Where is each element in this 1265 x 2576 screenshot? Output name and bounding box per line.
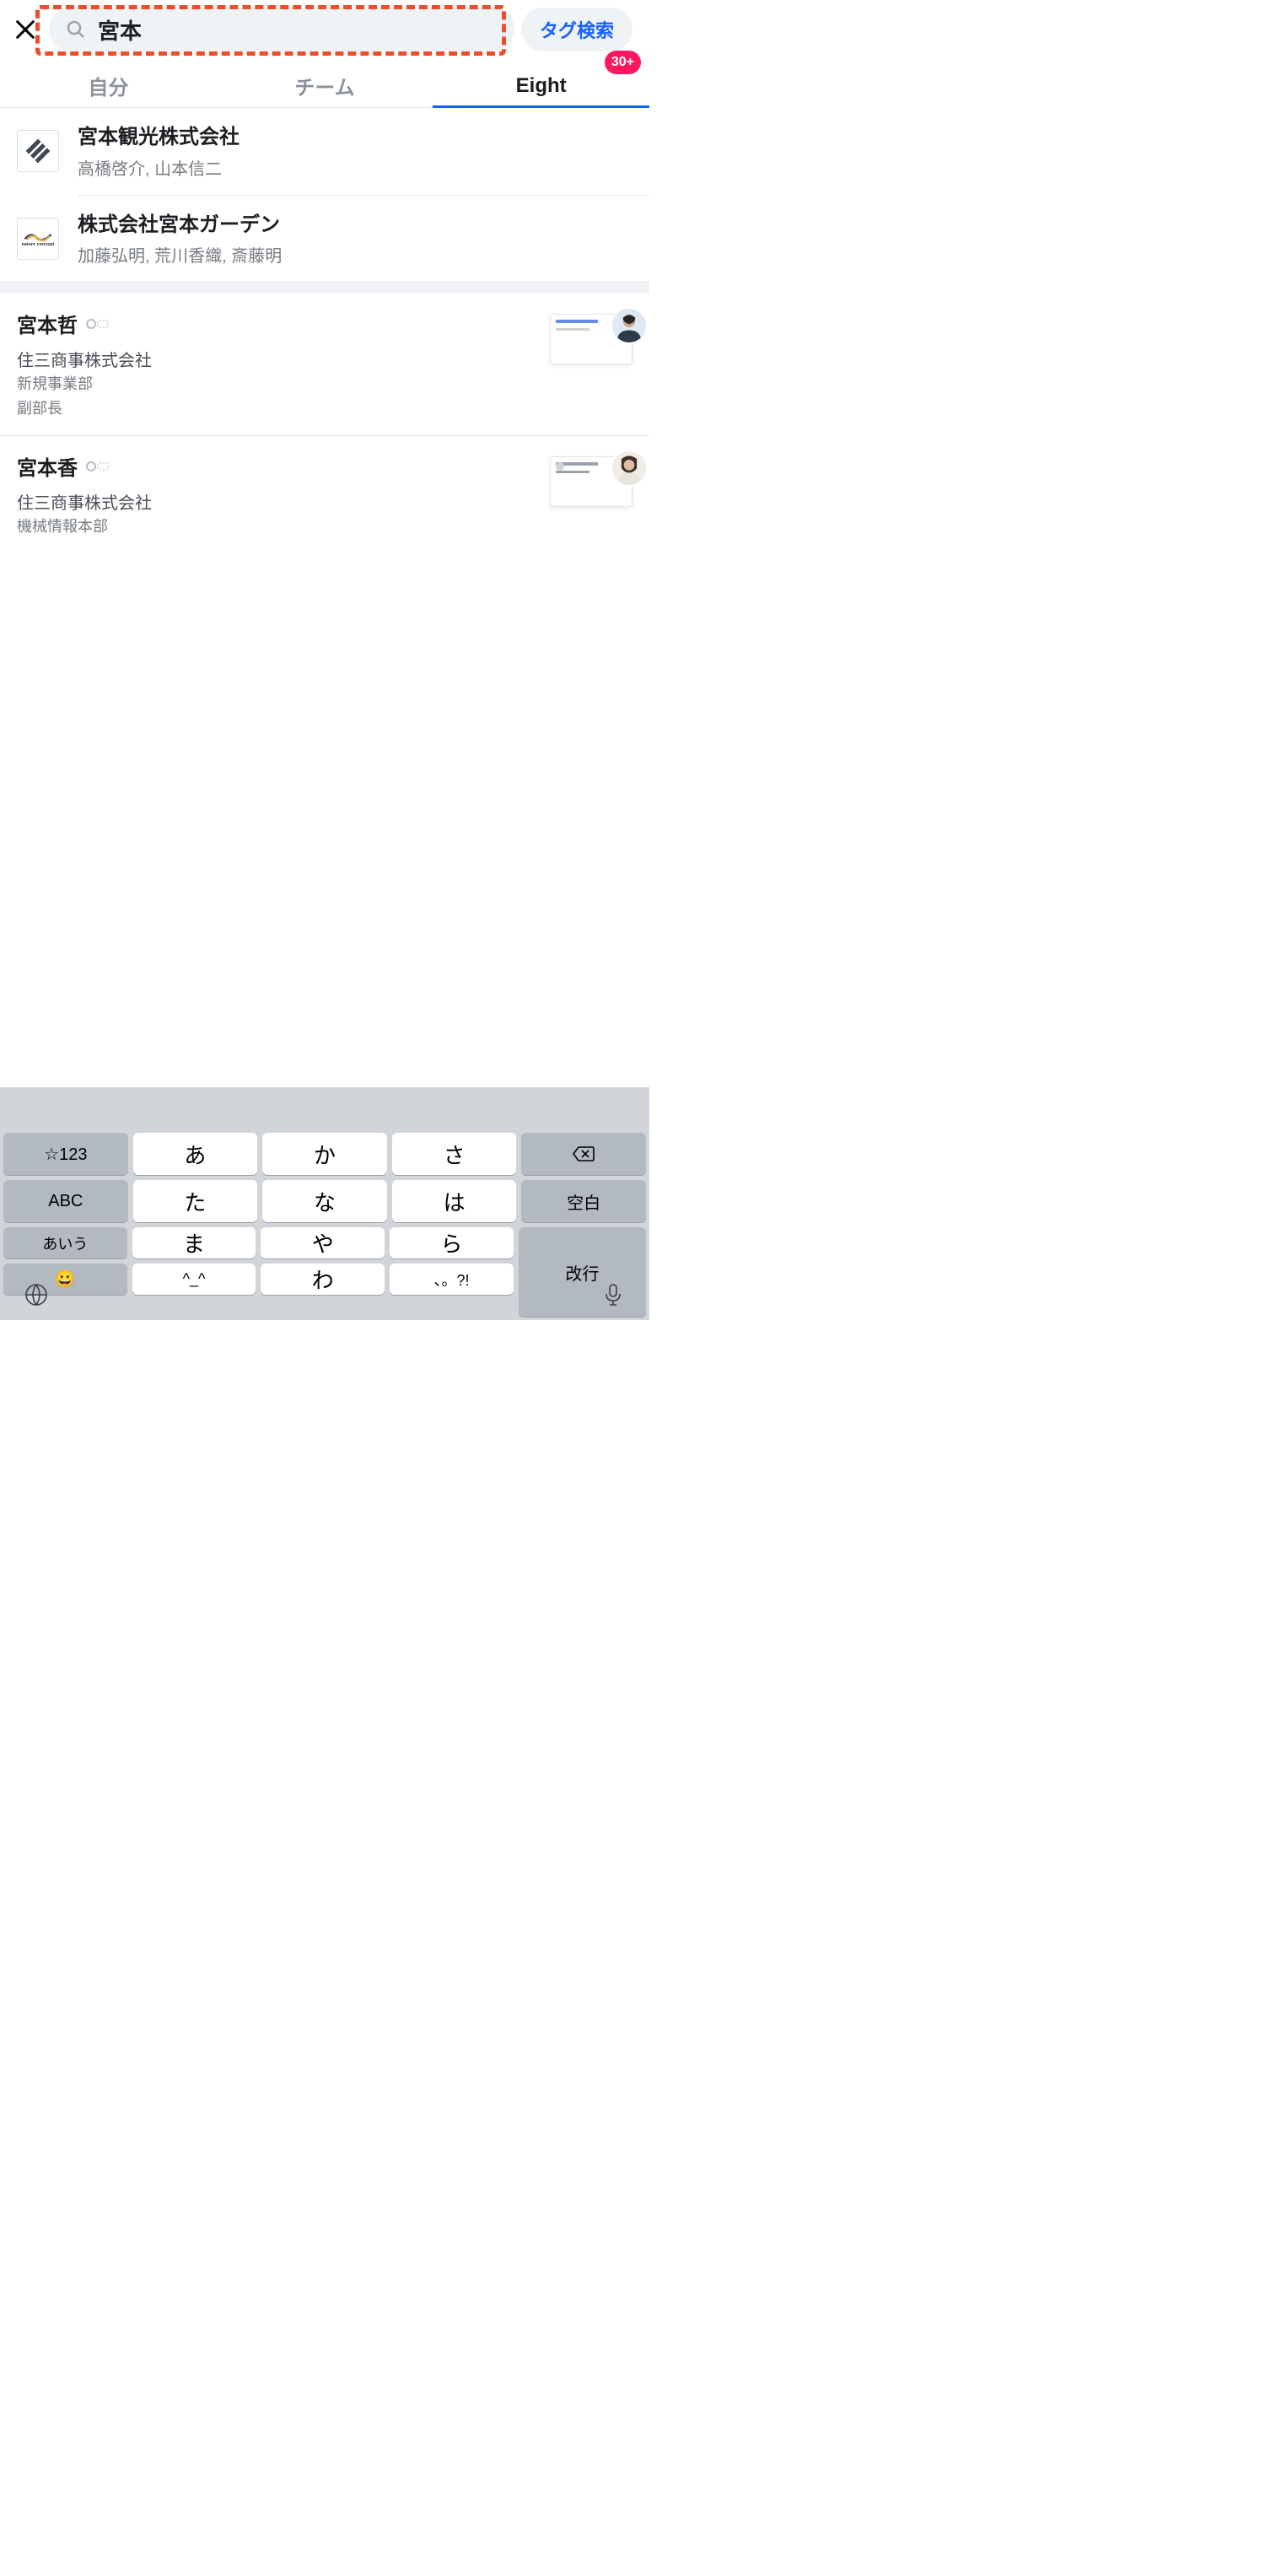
key-ya[interactable]: や xyxy=(261,1227,385,1258)
key-backspace[interactable] xyxy=(521,1133,646,1175)
company-name: 宮本観光株式会社 xyxy=(78,123,240,152)
company-logo: nature concept xyxy=(17,218,59,260)
tab-label: Eight xyxy=(516,74,567,98)
search-header: タグ検索 xyxy=(0,0,649,59)
key-ra[interactable]: ら xyxy=(390,1227,514,1258)
key-wa[interactable]: わ xyxy=(261,1264,385,1295)
person-company: 住三商事株式会社 xyxy=(17,489,535,514)
key-ta[interactable]: た xyxy=(133,1180,258,1222)
link-status-icon xyxy=(86,318,111,330)
company-result[interactable]: 宮本観光株式会社 高橋啓介, 山本信二 xyxy=(0,108,649,195)
key-punct[interactable]: 、。?! xyxy=(390,1264,514,1295)
key-space[interactable]: 空白 xyxy=(521,1180,646,1222)
person-dept: 機械情報本部 xyxy=(17,515,535,538)
person-name: 宮本哲 xyxy=(17,309,78,338)
key-na[interactable]: な xyxy=(262,1180,387,1222)
search-results: 宮本観光株式会社 高橋啓介, 山本信二 nature concept 株式会社宮… xyxy=(0,108,649,1087)
tab-label: チーム xyxy=(294,71,354,100)
search-field-wrapper[interactable] xyxy=(49,8,514,51)
company-name: 株式会社宮本ガーデン xyxy=(78,211,282,240)
link-status-icon xyxy=(86,461,111,472)
tab-eight[interactable]: Eight 30+ xyxy=(433,64,649,107)
key-kaomoji[interactable]: ^_^ xyxy=(132,1264,256,1295)
key-enter[interactable]: 改行 xyxy=(519,1227,646,1317)
tab-team[interactable]: チーム xyxy=(217,64,433,107)
person-name: 宮本香 xyxy=(17,451,78,481)
key-numsym[interactable]: ☆123 xyxy=(3,1133,128,1175)
company-result[interactable]: nature concept 株式会社宮本ガーデン 加藤弘明, 荒川香織, 斎藤… xyxy=(0,196,649,283)
person-result[interactable]: 宮本香 住三商事株式会社 機械情報本部 xyxy=(0,436,649,553)
key-sa[interactable]: さ xyxy=(392,1133,517,1175)
mic-button[interactable] xyxy=(600,1282,626,1312)
close-icon xyxy=(13,18,37,41)
diamond-logo-icon xyxy=(24,137,52,165)
card-thumbnail xyxy=(550,314,632,364)
company-logo xyxy=(17,130,59,172)
key-kana-toggle[interactable]: あいう xyxy=(3,1227,127,1258)
key-ma[interactable]: ま xyxy=(132,1227,256,1258)
key-ka[interactable]: か xyxy=(262,1133,387,1175)
mic-icon xyxy=(600,1282,626,1307)
avatar xyxy=(611,307,648,344)
backspace-icon xyxy=(572,1145,595,1162)
company-members: 加藤弘明, 荒川香織, 斎藤明 xyxy=(78,242,282,267)
search-input[interactable] xyxy=(98,17,498,43)
globe-icon xyxy=(24,1282,49,1307)
person-result[interactable]: 宮本哲 住三商事株式会社 新規事業部 副部長 xyxy=(0,294,649,436)
tag-search-button[interactable]: タグ検索 xyxy=(521,8,632,51)
key-emoji[interactable]: 😀 xyxy=(3,1264,127,1295)
person-title: 副部長 xyxy=(17,397,535,420)
avatar xyxy=(611,450,648,487)
section-divider xyxy=(0,282,649,294)
globe-button[interactable] xyxy=(24,1282,49,1312)
logo-text: nature concept xyxy=(22,242,55,247)
company-members: 高橋啓介, 山本信二 xyxy=(78,155,240,180)
tabs: 自分 チーム Eight 30+ xyxy=(0,64,649,108)
close-button[interactable] xyxy=(8,13,42,46)
search-icon xyxy=(66,19,86,40)
key-a[interactable]: あ xyxy=(133,1133,258,1175)
card-thumbnail xyxy=(550,456,632,507)
tab-self[interactable]: 自分 xyxy=(0,64,217,107)
badge: 30+ xyxy=(605,51,641,74)
keyboard: ☆123 あ か さ ABC た な は 空白 あいう ま や ら xyxy=(0,1087,649,1320)
person-company: 住三商事株式会社 xyxy=(17,347,535,371)
key-ha[interactable]: は xyxy=(392,1180,517,1222)
key-abc[interactable]: ABC xyxy=(3,1180,128,1222)
person-dept: 新規事業部 xyxy=(17,373,535,396)
tab-label: 自分 xyxy=(88,71,128,100)
nature-logo-icon xyxy=(24,230,52,242)
